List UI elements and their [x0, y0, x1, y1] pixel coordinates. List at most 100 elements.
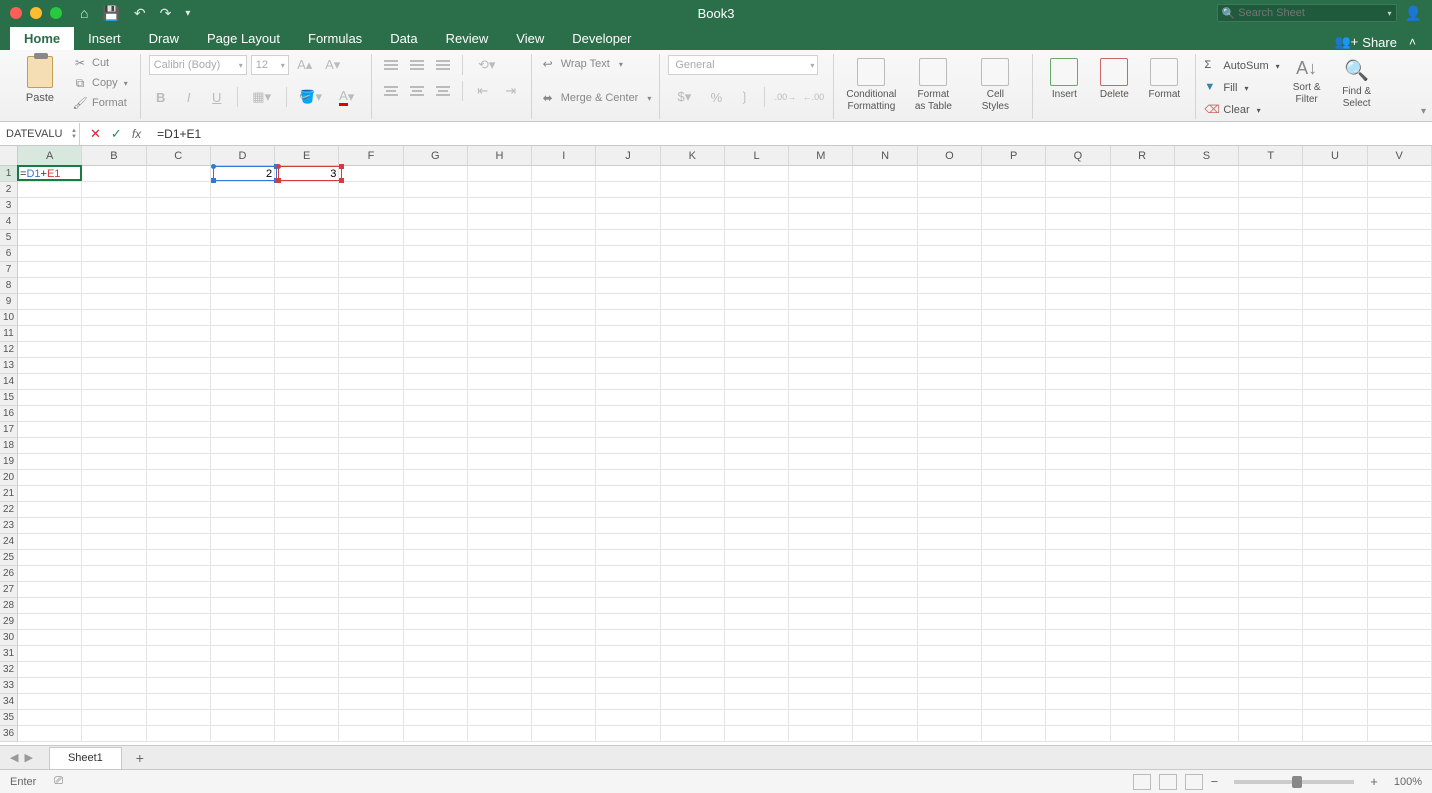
- cell[interactable]: [82, 310, 146, 326]
- cell[interactable]: [661, 566, 725, 582]
- cell[interactable]: [468, 422, 532, 438]
- cell[interactable]: [661, 614, 725, 630]
- row-header[interactable]: 27: [0, 582, 18, 598]
- cell[interactable]: [1239, 662, 1303, 678]
- find-select-button[interactable]: 🔍Find & Select: [1334, 54, 1380, 109]
- cell[interactable]: [789, 726, 853, 742]
- cell[interactable]: [725, 294, 789, 310]
- cell[interactable]: [339, 422, 403, 438]
- cell[interactable]: [596, 310, 660, 326]
- cell[interactable]: [1303, 582, 1367, 598]
- cell[interactable]: [918, 214, 982, 230]
- cell[interactable]: [1175, 502, 1239, 518]
- redo-icon[interactable]: ↷: [160, 5, 172, 22]
- cell[interactable]: [18, 614, 82, 630]
- search-input[interactable]: [1238, 7, 1387, 19]
- row-header[interactable]: 1: [0, 166, 18, 182]
- cell[interactable]: [275, 662, 339, 678]
- cell[interactable]: [532, 662, 596, 678]
- cell[interactable]: [18, 550, 82, 566]
- cell[interactable]: [789, 294, 853, 310]
- cell[interactable]: [725, 278, 789, 294]
- tab-page-layout[interactable]: Page Layout: [193, 27, 294, 50]
- cell[interactable]: [468, 246, 532, 262]
- cell[interactable]: [339, 214, 403, 230]
- row-header[interactable]: 11: [0, 326, 18, 342]
- zoom-window-button[interactable]: [50, 7, 62, 19]
- cell[interactable]: [1239, 246, 1303, 262]
- row-header[interactable]: 31: [0, 646, 18, 662]
- format-cells-button[interactable]: Format: [1141, 54, 1187, 101]
- cell[interactable]: [725, 310, 789, 326]
- cell[interactable]: [1111, 726, 1175, 742]
- cell[interactable]: [18, 406, 82, 422]
- cell[interactable]: [1239, 422, 1303, 438]
- cell[interactable]: [596, 374, 660, 390]
- row-header[interactable]: 17: [0, 422, 18, 438]
- cell[interactable]: [789, 310, 853, 326]
- cell[interactable]: [596, 598, 660, 614]
- cell[interactable]: [1368, 310, 1432, 326]
- cell[interactable]: [661, 294, 725, 310]
- cell[interactable]: [982, 470, 1046, 486]
- cell[interactable]: [1239, 582, 1303, 598]
- cell[interactable]: [982, 518, 1046, 534]
- cell[interactable]: [918, 454, 982, 470]
- cell[interactable]: [1046, 278, 1110, 294]
- cell[interactable]: [1175, 182, 1239, 198]
- cell[interactable]: [1368, 198, 1432, 214]
- cell[interactable]: [725, 198, 789, 214]
- tab-draw[interactable]: Draw: [135, 27, 193, 50]
- cell[interactable]: [661, 326, 725, 342]
- cell[interactable]: [918, 390, 982, 406]
- cell[interactable]: [789, 486, 853, 502]
- cell[interactable]: [532, 550, 596, 566]
- cell[interactable]: [82, 374, 146, 390]
- cell[interactable]: [18, 518, 82, 534]
- cell[interactable]: [853, 694, 917, 710]
- cell[interactable]: [275, 342, 339, 358]
- cell[interactable]: [82, 390, 146, 406]
- cell[interactable]: [211, 694, 275, 710]
- column-header[interactable]: U: [1303, 146, 1367, 166]
- cell[interactable]: [982, 710, 1046, 726]
- cell[interactable]: [404, 662, 468, 678]
- spreadsheet-grid[interactable]: ABCDEFGHIJKLMNOPQRSTUV 12345678910111213…: [0, 146, 1432, 745]
- cell[interactable]: [468, 598, 532, 614]
- cell[interactable]: [1046, 166, 1110, 182]
- cell[interactable]: [404, 534, 468, 550]
- cell[interactable]: [1368, 614, 1432, 630]
- tab-home[interactable]: Home: [10, 27, 74, 50]
- cell[interactable]: [789, 278, 853, 294]
- cell[interactable]: [661, 374, 725, 390]
- cell[interactable]: [596, 614, 660, 630]
- cell[interactable]: [596, 294, 660, 310]
- cell[interactable]: [1239, 182, 1303, 198]
- cell[interactable]: [596, 326, 660, 342]
- cell[interactable]: [853, 470, 917, 486]
- cell[interactable]: [275, 214, 339, 230]
- cell[interactable]: [1175, 166, 1239, 182]
- cell[interactable]: [789, 198, 853, 214]
- sheet-tab[interactable]: Sheet1: [49, 747, 122, 769]
- cell[interactable]: [18, 326, 82, 342]
- cell[interactable]: [1046, 214, 1110, 230]
- cell[interactable]: [1368, 438, 1432, 454]
- cell[interactable]: [1175, 726, 1239, 742]
- collapse-ribbon-icon[interactable]: ˄: [1403, 35, 1422, 49]
- cell[interactable]: [1303, 534, 1367, 550]
- cell[interactable]: [339, 310, 403, 326]
- number-format-select[interactable]: General▾: [668, 55, 818, 75]
- cell[interactable]: [404, 630, 468, 646]
- cell[interactable]: [1046, 438, 1110, 454]
- cell[interactable]: [596, 166, 660, 182]
- cell[interactable]: [1239, 294, 1303, 310]
- cell[interactable]: [18, 310, 82, 326]
- row-header[interactable]: 30: [0, 630, 18, 646]
- cell[interactable]: [1046, 230, 1110, 246]
- cells-area[interactable]: =D1+E123: [18, 166, 1432, 745]
- cell[interactable]: [1175, 198, 1239, 214]
- cell[interactable]: [789, 502, 853, 518]
- cell[interactable]: [275, 518, 339, 534]
- cell[interactable]: [1111, 630, 1175, 646]
